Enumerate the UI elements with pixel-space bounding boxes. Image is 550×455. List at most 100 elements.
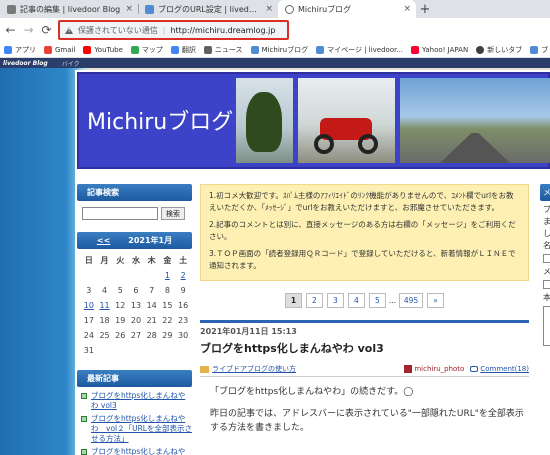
- livedoor-logo[interactable]: livedoor Blog: [3, 60, 48, 67]
- calendar-day-link[interactable]: 1: [160, 268, 176, 283]
- calendar-month: 2021年1月: [128, 236, 173, 245]
- page-last-link[interactable]: 495: [399, 293, 424, 308]
- calendar-day: 8: [164, 286, 170, 295]
- post-body: 「ブログをhttps化しまんねやわ」の続きだす。◯ 昨日の記事では、アドレスバー…: [200, 385, 529, 435]
- notice-box: 1.初コメ大歓迎です。ｽﾊﾟﾑ主様のｱﾌｨﾘｴｲﾄﾞのﾘﾝｸ機能がありませんので…: [200, 184, 529, 281]
- forward-arrow-icon[interactable]: →: [21, 20, 36, 40]
- calendar-week: 1 2: [81, 268, 191, 283]
- back-arrow-icon[interactable]: ←: [3, 20, 18, 40]
- bookmark-maps[interactable]: マップ: [130, 45, 163, 55]
- calendar-prev-link[interactable]: <<: [97, 236, 110, 245]
- bullet-icon: [81, 449, 87, 455]
- livedoor-category-link[interactable]: バイク: [62, 59, 80, 68]
- blog-title[interactable]: Michiruブログ: [87, 104, 233, 136]
- page-link[interactable]: 2: [305, 293, 323, 308]
- page-link[interactable]: 5: [368, 293, 386, 308]
- calendar-day: 25: [99, 331, 110, 340]
- calendar-day-link[interactable]: 10: [81, 298, 97, 313]
- post-title[interactable]: ブログをhttps化しまんねやわ vol3: [200, 340, 529, 356]
- close-tab-icon[interactable]: ×: [403, 4, 411, 14]
- globe-icon: [285, 4, 294, 14]
- recent-post-link[interactable]: ブログをhttps化しまんねやわ vol3: [91, 391, 192, 411]
- calendar-day: 30: [178, 331, 189, 340]
- close-tab-icon[interactable]: ×: [265, 4, 273, 14]
- post-meta-right: michiru_photo Comment(18): [404, 365, 529, 373]
- calendar-week: 17 18 19 20 21 22 23: [81, 313, 191, 328]
- recent-post-link[interactable]: ブログをhttps化しまんねや: [91, 447, 185, 455]
- post-category-link[interactable]: ライブドアブログの使い方: [200, 364, 296, 374]
- bookmark-label: 新しいタブ: [487, 45, 523, 54]
- web-page: livedoor Blog バイク Michiruブログ 記事検索 検索 << …: [0, 58, 550, 455]
- calendar-day-link[interactable]: 2: [175, 268, 191, 283]
- blog-icon: [145, 4, 154, 14]
- calendar-day-link[interactable]: 11: [97, 298, 113, 313]
- recent-posts-title: 最新記事: [77, 370, 192, 387]
- bookmark-gmail[interactable]: Gmail: [44, 45, 75, 54]
- page-link[interactable]: 3: [326, 293, 344, 308]
- address-separator: |: [162, 25, 166, 35]
- header-photo-tree: [236, 78, 293, 163]
- livedoor-bar: livedoor Blog バイク: [0, 58, 550, 68]
- tab-label: ブログのURL設定 | livedoor Blog: [158, 4, 261, 14]
- bookmark-apps[interactable]: アプリ: [4, 45, 36, 55]
- calendar-day: 22: [162, 316, 173, 325]
- new-tab-button[interactable]: +: [416, 0, 434, 18]
- bookmark-new-tab[interactable]: 新しいタブ: [476, 45, 522, 55]
- post-author[interactable]: michiru_photo: [404, 365, 464, 373]
- calendar-day: 24: [83, 331, 94, 340]
- tab-michiru-blog[interactable]: Michiruブログ ×: [278, 0, 416, 18]
- bookmarks-bar: アプリ Gmail YouTube マップ 翻訳 ニュース Michiruブログ…: [0, 42, 550, 58]
- search-widget-title: 記事検索: [77, 184, 192, 201]
- message-text-line: ま: [543, 217, 550, 226]
- bookmark-label: YouTube: [94, 45, 123, 54]
- comment-link[interactable]: Comment(18): [470, 365, 529, 373]
- bookmark-youtube[interactable]: YouTube: [83, 45, 123, 54]
- calendar-day: 7: [149, 286, 155, 295]
- calendar-day: 19: [115, 316, 126, 325]
- weekday-tue: 火: [116, 256, 125, 265]
- search-button[interactable]: 検索: [161, 207, 185, 220]
- calendar-day: 29: [162, 331, 173, 340]
- calendar-day: [112, 268, 128, 283]
- message-email-input[interactable]: [543, 280, 550, 289]
- bookmark-yahoo[interactable]: Yahoo! JAPAN: [411, 45, 468, 54]
- tab-article-edit[interactable]: 記事の編集 | livedoor Blog ×: [0, 0, 138, 18]
- message-name-input[interactable]: [543, 254, 550, 263]
- calendar-table: 日 月 火 水 木 金 土 1 2 3 4 5 6 7 8 9 10 11 12…: [81, 253, 191, 358]
- message-text-line: プ: [543, 205, 550, 214]
- bookmark-mypage[interactable]: マイページ | livedoor...: [316, 45, 403, 55]
- calendar-day: 23: [178, 316, 189, 325]
- weekday-sat: 土: [179, 256, 188, 265]
- blog-icon: [250, 45, 259, 54]
- warning-icon[interactable]: [65, 26, 73, 34]
- url-text[interactable]: http://michiru.dreamlog.jp: [170, 26, 275, 35]
- address-bar[interactable]: 保護されていない通信 | http://michiru.dreamlog.jp: [58, 20, 289, 40]
- bookmark-blog[interactable]: ブ: [530, 45, 548, 55]
- apps-grid-icon: [4, 45, 12, 54]
- close-tab-icon[interactable]: ×: [125, 4, 133, 14]
- weekday-wed: 水: [131, 256, 140, 265]
- message-body-input[interactable]: [543, 306, 550, 346]
- folder-icon: [200, 365, 209, 373]
- list-item: ブログをhttps化しまんねや: [81, 447, 192, 455]
- bookmark-news[interactable]: ニュース: [203, 45, 243, 55]
- blog-container: Michiruブログ 記事検索 検索 << 2021年1月 日 月 火 水 木 …: [75, 70, 550, 455]
- recent-post-link[interactable]: ブログをhttps化しまんねやわ vol２「URLを全部表示させる方法」: [91, 414, 192, 444]
- bookmark-translate[interactable]: 翻訳: [170, 45, 196, 55]
- weekday-sun: 日: [84, 256, 93, 265]
- calendar-day: 13: [130, 301, 142, 310]
- post-date: 2021年01月11日 15:13: [200, 327, 297, 336]
- calendar-day: [128, 268, 144, 283]
- reload-icon[interactable]: ⟳: [39, 20, 54, 40]
- not-secure-label: 保護されていない通信: [78, 25, 158, 35]
- page-link[interactable]: 4: [347, 293, 365, 308]
- calendar-day: 31: [83, 346, 94, 355]
- calendar-week: 31: [81, 343, 191, 358]
- tab-label: 記事の編集 | livedoor Blog: [20, 4, 121, 14]
- search-input[interactable]: [82, 207, 158, 220]
- page-next-link[interactable]: »: [427, 293, 445, 308]
- bookmark-michiru-blog[interactable]: Michiruブログ: [250, 45, 309, 55]
- bookmark-label: Michiruブログ: [261, 45, 309, 54]
- recent-posts-list: ブログをhttps化しまんねやわ vol3 ブログをhttps化しまんねやわ v…: [77, 387, 192, 455]
- tab-url-settings[interactable]: ブログのURL設定 | livedoor Blog ×: [138, 0, 278, 18]
